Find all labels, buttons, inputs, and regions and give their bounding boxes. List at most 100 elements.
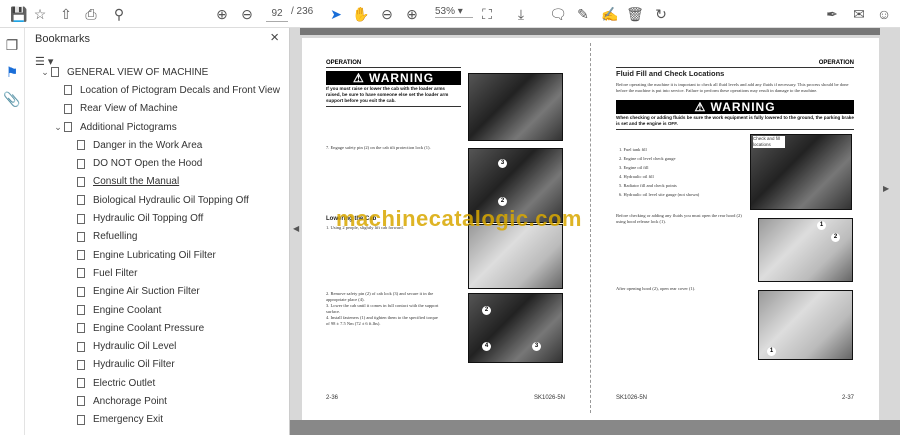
cab-raised-photo	[468, 73, 563, 141]
image-label: Check and fill locations	[753, 136, 785, 148]
scroll-mode-icon[interactable]: ⤓	[512, 5, 530, 23]
bookmark-label: Consult the Manual	[93, 176, 180, 188]
bookmark-icon	[64, 122, 72, 133]
bookmark-label: Engine Lubricating Oil Filter	[93, 249, 216, 261]
bookmark-item[interactable]: Emergency Exit	[25, 411, 281, 429]
bookmark-item[interactable]: Consult the Manual	[25, 173, 281, 191]
right-warning-banner: ⚠ WARNING	[616, 100, 854, 114]
sign-icon[interactable]: ✍	[601, 5, 619, 23]
delete-icon[interactable]: 🗑	[626, 5, 644, 23]
warning-label: WARNING	[369, 71, 435, 85]
bookmark-label: Anchorage Point	[93, 395, 167, 407]
bookmark-icon	[77, 341, 85, 352]
bookmark-item[interactable]: Engine Coolant Pressure	[25, 319, 281, 337]
step-4: 4. Install fasteners (1) and tighten the…	[326, 315, 438, 326]
list-item: 5. Radiator fill and check points	[619, 183, 677, 188]
list-item: 2. Engine oil level check gauge	[619, 156, 676, 161]
bookmark-item[interactable]: ⌄ Additional Pictograms	[25, 118, 281, 136]
bookmark-icon	[77, 378, 85, 389]
page-number-input[interactable]: 92	[266, 5, 288, 22]
bookmark-icon	[51, 67, 59, 78]
bookmark-star-icon[interactable]: ☆	[31, 5, 49, 23]
upload-icon[interactable]: ⇧	[57, 5, 75, 23]
bookmark-label: Engine Coolant Pressure	[93, 322, 205, 334]
rear-cover-photo: 1	[758, 290, 853, 360]
bookmarks-icon[interactable]: ⚑	[3, 63, 21, 81]
bookmark-item[interactable]: Refuelling	[25, 228, 281, 246]
bookmark-item[interactable]: Engine Coolant	[25, 301, 281, 319]
rotate-icon[interactable]: ↻	[652, 5, 670, 23]
bookmark-icon	[77, 286, 85, 297]
bookmark-tree: ⌄ GENERAL VIEW OF MACHINE Location of Pict…	[25, 67, 281, 429]
chevron-down-icon[interactable]: ⌄	[39, 67, 51, 78]
chevron-down-icon[interactable]: ⌄	[52, 122, 64, 133]
hand-tool-icon[interactable]: ✋	[352, 5, 370, 23]
search-icon[interactable]: ⚲	[110, 5, 128, 23]
list-item: 6. Hydraulic oil level site gauge (not s…	[619, 192, 700, 197]
bookmark-icon	[77, 158, 85, 169]
close-icon[interactable]: ×	[270, 29, 279, 46]
comment-icon[interactable]: 🗨	[549, 5, 567, 23]
cab-forward-photo	[468, 224, 563, 289]
step-7: 7. Engage safety pin (2) on the cab tilt…	[326, 145, 431, 150]
list-item: 4. Hydraulic oil fill	[619, 174, 654, 179]
lowering-steps: 2. Remove safety pin (2) of cab lock (3)…	[326, 291, 441, 327]
bookmark-item[interactable]: Biological Hydraulic Oil Topping Off	[25, 191, 281, 209]
bookmark-icon	[64, 103, 72, 114]
left-warning-banner: ⚠ WARNING	[326, 71, 461, 85]
bookmark-icon	[77, 195, 85, 206]
zoom-value: 53%	[435, 6, 456, 17]
next-page-icon[interactable]: ⊖	[238, 5, 256, 23]
panel-title: Bookmarks	[35, 33, 91, 45]
bookmark-label: Electric Outlet	[93, 377, 156, 389]
email-icon[interactable]: ✉	[850, 5, 868, 23]
prev-page-icon[interactable]: ⊕	[213, 5, 231, 23]
bookmark-item[interactable]: Engine Lubricating Oil Filter	[25, 246, 281, 264]
left-page-number: 2-36	[326, 395, 339, 401]
warning-label: WARNING	[710, 100, 776, 114]
scroll-left-icon[interactable]: ◀	[293, 224, 299, 233]
scroll-right-icon[interactable]: ▶	[883, 184, 889, 193]
left-tool-strip: ❐ ⚑ 📎	[0, 28, 25, 435]
bookmark-icon	[77, 396, 85, 407]
bookmark-item[interactable]: Danger in the Work Area	[25, 136, 281, 154]
bookmark-item[interactable]: Hydraulic Oil Level	[25, 337, 281, 355]
bookmark-icon	[77, 305, 85, 315]
cover-text: After opening hood (2), open rear cover …	[616, 286, 696, 291]
zoom-in-icon[interactable]: ⊕	[403, 5, 421, 23]
bookmark-item[interactable]: Rear View of Machine	[25, 100, 281, 118]
select-cursor-icon[interactable]: ➤	[327, 5, 345, 23]
fit-page-icon[interactable]: ⛶	[478, 5, 496, 23]
account-icon[interactable]: ☺	[875, 5, 893, 23]
bookmark-label: Engine Coolant	[93, 304, 162, 316]
bookmark-icon	[77, 268, 85, 279]
list-item: 3. Engine oil fill	[619, 165, 649, 170]
bookmark-label: Fuel Filter	[93, 267, 138, 279]
attachments-icon[interactable]: 📎	[3, 90, 21, 108]
next-page-edge	[290, 420, 900, 435]
save-icon[interactable]: 💾	[10, 5, 28, 23]
bookmark-icon	[77, 323, 85, 334]
zoom-out-icon[interactable]: ⊖	[378, 5, 396, 23]
bookmark-item[interactable]: DO NOT Open the Hood	[25, 154, 281, 172]
page-divider	[590, 43, 591, 413]
bookmark-item[interactable]: Electric Outlet	[25, 374, 281, 392]
pen-icon[interactable]: ✎	[574, 5, 592, 23]
fill-sign-icon[interactable]: ✒	[823, 5, 841, 23]
bookmark-item[interactable]: Engine Air Suction Filter	[25, 283, 281, 301]
fill-locations-photo: Check and fill locations	[750, 134, 852, 210]
zoom-select[interactable]: 53% ▾	[435, 6, 473, 18]
left-page-header: OPERATION	[326, 60, 461, 68]
intro-text: Before operating the machine it is impor…	[616, 82, 849, 93]
bookmark-item[interactable]: Fuel Filter	[25, 264, 281, 282]
bookmark-item[interactable]: Anchorage Point	[25, 392, 281, 410]
bookmark-item[interactable]: Hydraulic Oil Topping Off	[25, 209, 281, 227]
bookmark-item[interactable]: ⌄ GENERAL VIEW OF MACHINE	[25, 63, 281, 81]
horizontal-scrollbar[interactable]	[300, 28, 880, 35]
bookmark-icon	[64, 85, 72, 96]
bookmark-item[interactable]: Location of Pictogram Decals and Front V…	[25, 81, 281, 99]
hood-text: Before checking or adding any fluids you…	[616, 213, 742, 224]
pages-thumbnail-icon[interactable]: ❐	[3, 36, 21, 54]
bookmark-item[interactable]: Hydraulic Oil Filter	[25, 356, 281, 374]
print-icon[interactable]: ⎙	[82, 5, 100, 23]
